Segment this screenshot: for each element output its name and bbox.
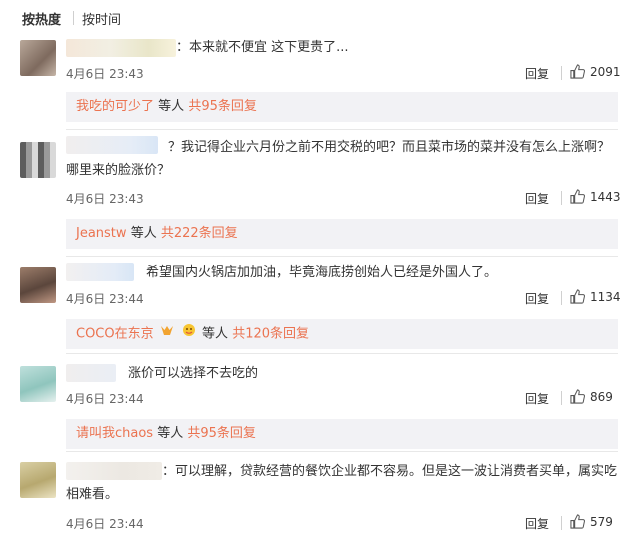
thumbs-up-icon xyxy=(570,189,585,204)
reply-button[interactable]: 回复 xyxy=(525,65,549,82)
comment-text: 希望国内火锅店加加油，毕竟海底捞创始人已经是外国人了。 xyxy=(146,265,498,280)
reply-button[interactable]: 回复 xyxy=(525,390,549,407)
avatar[interactable] xyxy=(20,462,56,498)
sort-by-hot-tab[interactable]: 按热度 xyxy=(22,9,61,28)
comment-text: ：可以理解，贷款经营的餐饮企业都不容易。但是这一波让消费者买单，属实吃相难看。 xyxy=(66,464,618,502)
action-divider xyxy=(561,66,562,80)
emoji-icon xyxy=(182,319,196,349)
thumbs-up-icon xyxy=(570,514,585,529)
reply-count-link[interactable]: 共95条回复 xyxy=(188,99,257,114)
like-button[interactable]: 869 xyxy=(570,389,613,404)
like-button[interactable]: 1134 xyxy=(570,289,621,304)
reply-user-link[interactable]: 请叫我chaos xyxy=(76,426,153,441)
reply-button[interactable]: 回复 xyxy=(525,515,549,532)
sort-bar: 按热度 按时间 xyxy=(0,0,640,34)
reply-count-link[interactable]: 共95条回复 xyxy=(187,426,256,441)
comment-time: 4月6日 23:44 xyxy=(66,292,144,306)
reply-user-link[interactable]: Jeanstw xyxy=(76,226,127,241)
like-button[interactable]: 2091 xyxy=(570,64,621,79)
reply-summary[interactable]: Jeanstw 等人 共222条回复 xyxy=(66,219,618,249)
sort-by-time-tab[interactable]: 按时间 xyxy=(82,9,121,28)
like-count: 1443 xyxy=(590,189,621,204)
thumbs-up-icon xyxy=(570,289,585,304)
username-blurred[interactable] xyxy=(66,39,176,57)
reply-others-text: 等人 xyxy=(130,226,157,241)
comment-text: ：本来就不便宜 这下更贵了... xyxy=(176,40,349,55)
reply-count-link[interactable]: 共222条回复 xyxy=(161,226,238,241)
reply-count-link[interactable]: 共120条回复 xyxy=(232,327,309,342)
action-divider xyxy=(561,191,562,205)
sort-divider xyxy=(73,11,74,25)
like-count: 1134 xyxy=(590,289,621,304)
comment-item: ：可以理解，贷款经营的餐饮企业都不容易。但是这一波让消费者买单，属实吃相难看。 … xyxy=(0,452,640,546)
thumbs-up-icon xyxy=(570,389,585,404)
like-button[interactable]: 1443 xyxy=(570,189,621,204)
avatar[interactable] xyxy=(20,267,56,303)
comment-item: 涨价可以选择不去吃的 4月6日 23:44 回复 869 请叫我chaos 等人… xyxy=(0,354,640,450)
username-blurred[interactable] xyxy=(66,263,134,281)
like-count: 869 xyxy=(590,389,613,404)
avatar[interactable] xyxy=(20,366,56,402)
comment-item: ？我记得企业六月份之前不用交税的吧？而且菜市场的菜并没有怎么上涨啊？哪里来的脸涨… xyxy=(0,130,640,255)
like-count: 2091 xyxy=(590,64,621,79)
comment-item: 希望国内火锅店加加油，毕竟海底捞创始人已经是外国人了。 4月6日 23:44 回… xyxy=(0,257,640,353)
reply-others-text: 等人 xyxy=(202,326,229,342)
comment-time: 4月6日 23:43 xyxy=(66,67,144,81)
vip-badge-icon xyxy=(160,319,174,349)
reply-others-text: 等人 xyxy=(157,426,184,441)
reply-button[interactable]: 回复 xyxy=(525,290,549,307)
reply-summary[interactable]: 我吃的可少了 等人 共95条回复 xyxy=(66,92,618,122)
reply-user-link[interactable]: 我吃的可少了 xyxy=(76,99,154,114)
like-count: 579 xyxy=(590,514,613,529)
comment-time: 4月6日 23:43 xyxy=(66,192,144,206)
comment-item: ：本来就不便宜 这下更贵了... 4月6日 23:43 回复 2091 我吃的可… xyxy=(0,34,640,129)
comment-time: 4月6日 23:44 xyxy=(66,392,144,406)
action-divider xyxy=(561,391,562,405)
comment-text: 涨价可以选择不去吃的 xyxy=(128,366,259,381)
reply-user-link[interactable]: COCO在东京 xyxy=(76,327,154,342)
username-blurred[interactable] xyxy=(66,364,116,382)
thumbs-up-icon xyxy=(570,64,585,79)
action-divider xyxy=(561,516,562,530)
avatar[interactable] xyxy=(20,40,56,76)
like-button[interactable]: 579 xyxy=(570,514,613,529)
reply-summary[interactable]: 请叫我chaos 等人 共95条回复 xyxy=(66,419,618,449)
reply-button[interactable]: 回复 xyxy=(525,190,549,207)
comment-time: 4月6日 23:44 xyxy=(66,517,144,531)
avatar[interactable] xyxy=(20,142,56,178)
action-divider xyxy=(561,291,562,305)
reply-others-text: 等人 xyxy=(158,99,185,114)
comment-text: ？我记得企业六月份之前不用交税的吧？而且菜市场的菜并没有怎么上涨啊？哪里来的脸涨… xyxy=(66,140,611,178)
reply-summary[interactable]: COCO在东京 等人 共120条回复 xyxy=(66,319,618,349)
